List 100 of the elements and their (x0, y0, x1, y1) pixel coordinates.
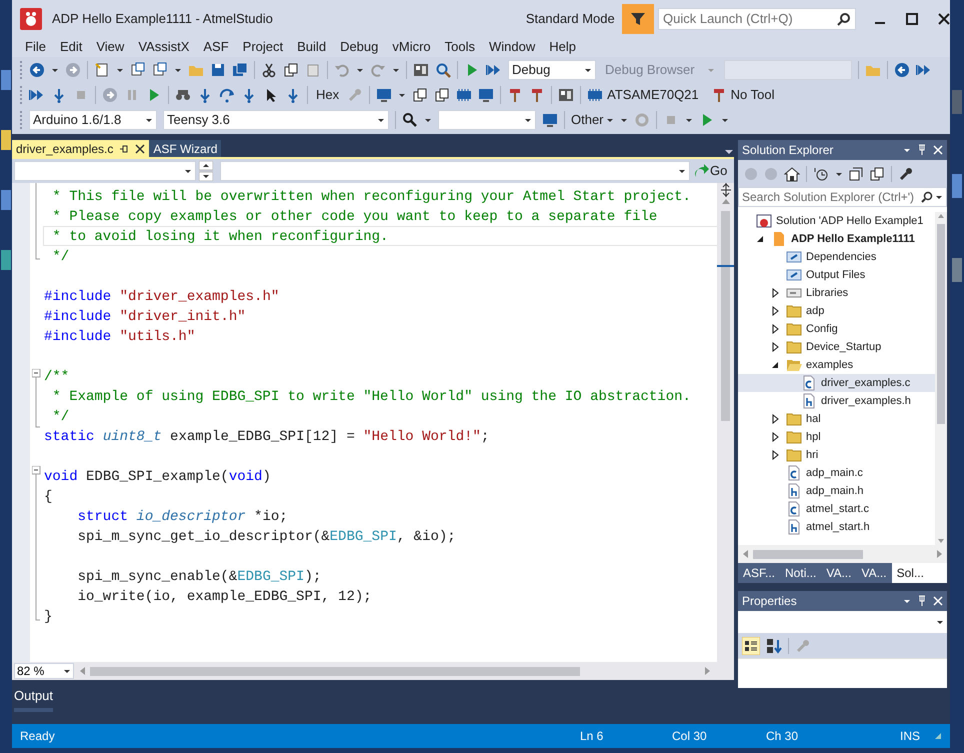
pin-icon[interactable] (119, 144, 130, 154)
menu-item[interactable]: vMicro (385, 37, 438, 57)
tree-item[interactable]: atmel_start.h (738, 518, 935, 536)
tool-button[interactable]: No Tool (710, 84, 774, 104)
resize-grip-icon[interactable] (934, 732, 942, 740)
tab-list-icon[interactable] (724, 147, 734, 157)
vertical-scrollbar[interactable] (717, 183, 734, 662)
expanded-arrow-icon[interactable] (755, 234, 765, 244)
scroll-thumb[interactable] (753, 550, 863, 558)
menu-item[interactable]: Window (482, 37, 542, 57)
output-tab[interactable]: Output (14, 686, 54, 712)
panel-tab[interactable]: VA... (821, 563, 856, 583)
sort-alphabetical-icon[interactable] (766, 638, 782, 654)
new-project-icon[interactable] (94, 62, 110, 78)
other-menu-button[interactable]: Other (571, 110, 614, 130)
save-icon[interactable] (210, 62, 226, 78)
maximize-icon[interactable] (906, 12, 918, 24)
expanded-arrow-icon[interactable] (770, 360, 780, 370)
tree-item[interactable]: Config (738, 320, 935, 338)
menu-item[interactable]: Debug (333, 37, 386, 57)
menu-item[interactable]: Project (236, 37, 290, 57)
menu-item[interactable]: Edit (52, 37, 90, 57)
configuration-dropdown[interactable]: Debug (508, 60, 596, 80)
panel-tab[interactable]: ASF... (738, 563, 780, 583)
editor-tab[interactable]: ASF Wizard (149, 140, 222, 157)
caret-icon[interactable] (903, 146, 911, 154)
find-icon[interactable] (402, 112, 418, 128)
caret-icon[interactable] (936, 618, 944, 626)
caret-icon[interactable] (935, 193, 943, 201)
scroll-thumb[interactable] (937, 224, 945, 424)
monitor-icon[interactable] (542, 112, 558, 128)
scroll-thumb[interactable] (721, 211, 730, 421)
tree-item[interactable]: adp (738, 302, 935, 320)
tree-item[interactable]: adp_main.c (738, 464, 935, 482)
menu-item[interactable]: View (89, 37, 132, 57)
menu-item[interactable]: Tools (438, 37, 482, 57)
spin-buttons-icon[interactable] (199, 161, 213, 181)
tree-item[interactable]: driver_examples.h (738, 392, 935, 410)
tree-item[interactable]: hal (738, 410, 935, 428)
scissors-icon[interactable] (261, 62, 277, 78)
monitor-icon[interactable] (376, 86, 392, 102)
hex-button[interactable]: Hex (314, 84, 342, 104)
panel-tab[interactable]: VA... (856, 563, 892, 583)
chip-icon[interactable] (587, 86, 604, 102)
save-all-icon[interactable] (232, 62, 248, 78)
tree-item[interactable]: adp_main.h (738, 482, 935, 500)
caret-icon[interactable] (903, 597, 911, 605)
search-icon[interactable] (921, 191, 933, 203)
tree-item[interactable]: Output Files (738, 266, 935, 284)
tree-item[interactable]: Solution 'ADP Hello Example1 (738, 212, 935, 230)
horizontal-scrollbar[interactable] (738, 545, 947, 563)
step-over-icon[interactable] (219, 86, 235, 102)
chip-icon[interactable] (456, 86, 472, 102)
menu-item[interactable]: Build (290, 37, 334, 57)
close-icon[interactable] (135, 144, 146, 154)
filter-icon[interactable] (622, 4, 654, 34)
tree-item[interactable]: driver_examples.c (738, 374, 935, 392)
add-item-icon[interactable] (152, 62, 168, 78)
history-icon[interactable] (813, 166, 829, 182)
window-layout-icon[interactable] (558, 86, 574, 102)
zoom-dropdown[interactable]: 82 % (14, 663, 74, 679)
copy-icon[interactable] (412, 86, 428, 102)
panel-tab[interactable]: Sol... (892, 563, 947, 583)
scroll-thumb[interactable] (90, 666, 580, 676)
panel-tab[interactable]: Noti... (780, 563, 822, 583)
vertical-scrollbar[interactable] (935, 212, 947, 545)
add-item-icon[interactable] (130, 62, 146, 78)
tree-item[interactable]: hri (738, 446, 935, 464)
search-field[interactable]: Search Solution Explorer (Ctrl+') (738, 187, 947, 207)
window-layout-icon[interactable] (413, 62, 429, 78)
board-family-dropdown[interactable]: Arduino 1.6/1.8 (29, 110, 157, 130)
tree-item[interactable]: ADP Hello Example1111 (738, 230, 935, 248)
menu-item[interactable]: ASF (196, 37, 236, 57)
board-dropdown[interactable]: Teensy 3.6 (163, 110, 389, 130)
menu-item[interactable]: VAssistX (131, 37, 196, 57)
categorized-icon[interactable] (742, 636, 760, 654)
monitor-icon[interactable] (478, 86, 494, 102)
copy-icon[interactable] (869, 166, 885, 182)
home-icon[interactable] (784, 166, 800, 182)
caret-icon[interactable] (63, 667, 71, 675)
tree-item[interactable]: atmel_start.c (738, 500, 935, 518)
menu-item[interactable]: Help (542, 37, 584, 57)
tree-item[interactable]: Device_Startup (738, 338, 935, 356)
editor-tab[interactable]: driver_examples.c (12, 140, 150, 157)
copy-icon[interactable] (283, 62, 299, 78)
tree-item[interactable]: hpl (738, 428, 935, 446)
tree-item[interactable]: examples (738, 356, 935, 374)
caret-icon[interactable] (184, 167, 192, 175)
search-icon[interactable] (837, 12, 851, 26)
split-icon[interactable] (720, 183, 732, 197)
tree-item[interactable]: Dependencies (738, 248, 935, 266)
device-button[interactable]: ATSAME70Q21 (587, 84, 699, 104)
close-icon[interactable] (938, 12, 950, 24)
collapse-all-icon[interactable] (849, 166, 863, 180)
quick-launch-field[interactable]: Quick Launch (Ctrl+Q) (658, 8, 856, 30)
copy-icon[interactable] (434, 86, 450, 102)
tree-item[interactable]: Libraries (738, 284, 935, 302)
caret-icon[interactable] (678, 167, 686, 175)
go-button[interactable]: Go (693, 161, 728, 181)
menu-item[interactable]: File (18, 37, 53, 57)
